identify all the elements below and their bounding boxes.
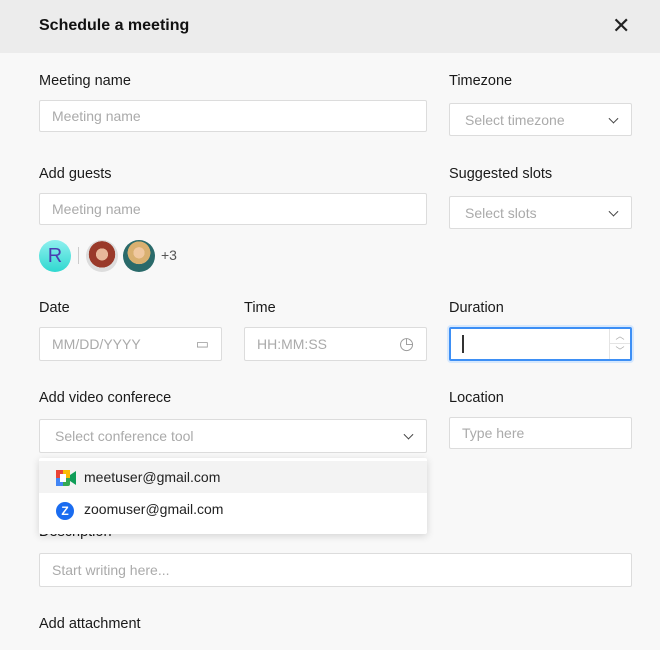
placeholder: Type here xyxy=(462,425,525,441)
placeholder: Meeting name xyxy=(52,108,141,124)
avatar[interactable] xyxy=(86,240,118,272)
option-label: zoomuser@gmail.com xyxy=(84,501,224,517)
location-label: Location xyxy=(449,390,504,406)
placeholder: Start writing here... xyxy=(52,562,170,578)
location-input[interactable]: Type here xyxy=(449,417,632,449)
time-label: Time xyxy=(244,300,276,316)
placeholder: Select conference tool xyxy=(55,428,194,444)
stepper-up-icon[interactable]: ︿ xyxy=(610,329,630,344)
video-label: Add video conferece xyxy=(39,390,172,406)
slots-label: Suggested slots xyxy=(449,166,553,182)
timezone-label: Timezone xyxy=(449,73,513,89)
option-zoom[interactable]: Z zoomuser@gmail.com xyxy=(39,493,427,525)
more-guests-count[interactable]: +3 xyxy=(161,247,177,263)
description-input[interactable]: Start writing here... xyxy=(39,553,632,587)
video-select[interactable]: Select conference tool xyxy=(39,419,427,453)
duration-input[interactable]: ︿ ﹀ xyxy=(449,327,632,361)
date-label: Date xyxy=(39,300,70,316)
placeholder: Select timezone xyxy=(465,111,565,128)
placeholder: Select slots xyxy=(465,204,537,221)
zoom-icon: Z xyxy=(56,502,74,520)
divider xyxy=(78,247,79,264)
text-cursor xyxy=(462,335,464,353)
close-icon[interactable]: ✕ xyxy=(612,14,630,38)
placeholder: MM/DD/YYYY xyxy=(52,336,141,352)
clock-icon[interactable]: ◷ xyxy=(399,334,414,354)
slots-select[interactable]: Select slots xyxy=(449,196,632,229)
chevron-down-icon xyxy=(403,429,414,440)
conference-dropdown: meetuser@gmail.com Z zoomuser@gmail.com xyxy=(39,458,427,534)
date-input[interactable]: MM/DD/YYYY ▭ xyxy=(39,327,222,361)
placeholder: HH:MM:SS xyxy=(257,336,327,352)
time-input[interactable]: HH:MM:SS ◷ xyxy=(244,327,427,361)
avatar[interactable] xyxy=(123,240,155,272)
timezone-select[interactable]: Select timezone xyxy=(449,103,632,136)
modal-title: Schedule a meeting xyxy=(39,17,190,34)
modal-header: Schedule a meeting ✕ xyxy=(0,0,660,53)
stepper-down-icon[interactable]: ﹀ xyxy=(610,344,630,359)
attachment-label: Add attachment xyxy=(39,616,141,632)
google-meet-icon xyxy=(56,470,76,486)
option-meet[interactable]: meetuser@gmail.com xyxy=(39,461,427,493)
guests-input[interactable]: Meeting name xyxy=(39,193,427,225)
duration-label: Duration xyxy=(449,300,504,316)
option-label: meetuser@gmail.com xyxy=(84,469,221,485)
calendar-icon[interactable]: ▭ xyxy=(196,336,209,353)
stepper[interactable]: ︿ ﹀ xyxy=(609,329,630,359)
avatar[interactable]: R xyxy=(39,240,71,272)
meeting-name-input[interactable]: Meeting name xyxy=(39,100,427,132)
placeholder: Meeting name xyxy=(52,201,141,217)
chevron-down-icon xyxy=(608,206,619,217)
meeting-name-label: Meeting name xyxy=(39,73,131,89)
guests-label: Add guests xyxy=(39,166,112,182)
chevron-down-icon xyxy=(608,113,619,124)
